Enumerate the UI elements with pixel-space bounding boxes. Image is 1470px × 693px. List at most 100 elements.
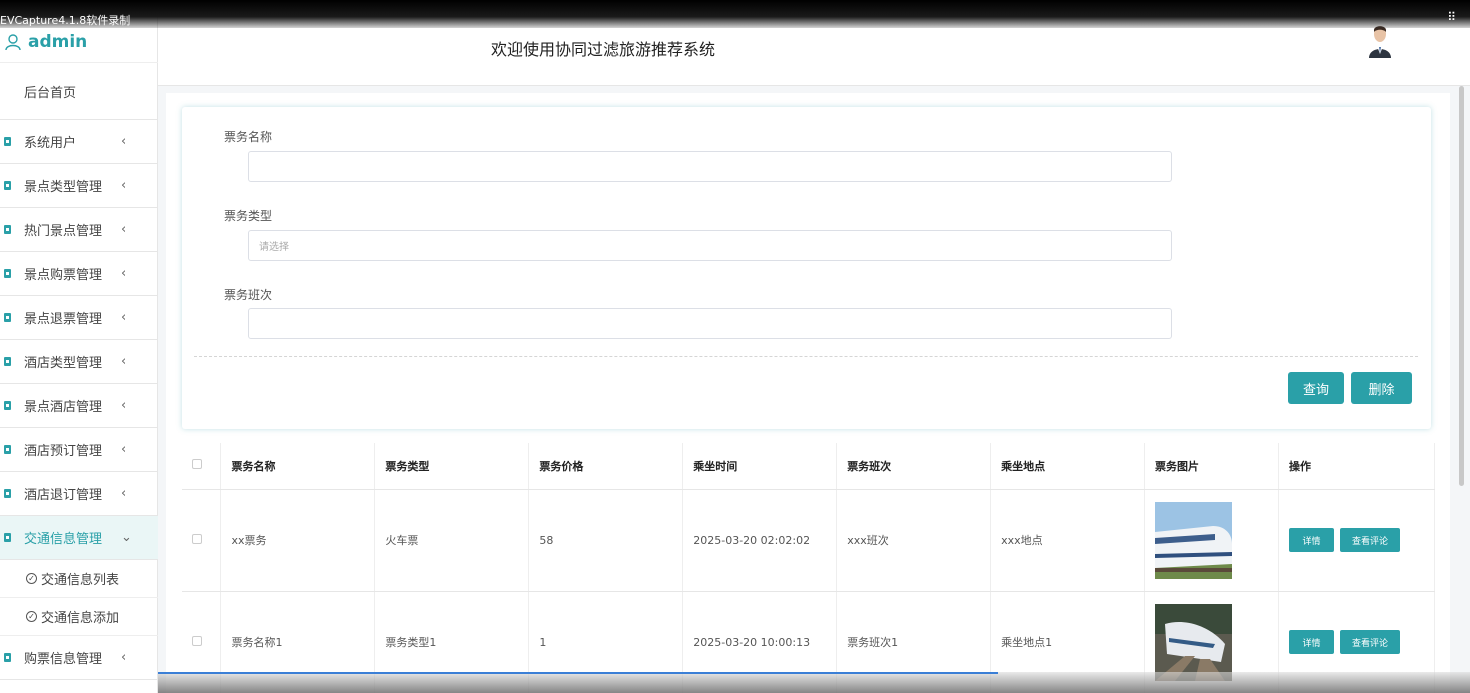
sidebar-item-label: 酒店类型管理 [24,356,103,371]
delete-button[interactable]: 删除 [1351,372,1412,404]
chevron-left-icon: ‹ [121,222,127,237]
detail-button[interactable]: 详情 [1289,630,1334,654]
select-all-cell[interactable] [182,443,222,490]
brand: admin [0,22,158,62]
window-corner-icon[interactable]: ⠿ [1447,10,1456,24]
ticket-type-select[interactable]: 请选择 [248,230,1172,261]
chevron-left-icon: ‹ [121,178,127,193]
ticket-class-input[interactable] [248,308,1172,339]
ticket-name-input[interactable] [248,151,1172,182]
menu-bullet-icon [4,653,11,662]
chevron-left-icon: ‹ [121,398,127,413]
menu-bullet-icon [4,357,11,366]
sidebar-item-label: 系统用户 [24,136,77,151]
sidebar-item-ticket-refund[interactable]: 景点退票管理 ‹ [0,296,158,340]
chevron-left-icon: ‹ [121,650,127,665]
sidebar-item-label: 景点类型管理 [24,180,103,195]
sidebar-item-system-users[interactable]: 系统用户 ‹ [0,120,158,164]
view-reviews-button[interactable]: 查看评论 [1340,630,1400,654]
chevron-left-icon: ‹ [121,266,127,281]
ticket-name-label: 票务名称 [224,130,273,144]
page-title: 欢迎使用协同过滤旅游推荐系统 [491,40,716,59]
sidebar-item-ticket-purchase[interactable]: 景点购票管理 ‹ [0,252,158,296]
recorder-overlay [0,0,1470,28]
menu-bullet-icon [4,533,11,542]
view-reviews-button[interactable]: 查看评论 [1340,528,1400,552]
chevron-left-icon: ‹ [121,310,127,325]
table-header-row: 票务名称 票务类型 票务价格 乘坐时间 票务班次 乘坐地点 票务图片 操作 [182,443,1435,490]
row-checkbox[interactable] [192,533,202,544]
sidebar: admin 后台首页 系统用户 ‹ 景点类型管理 ‹ 热门景点管理 ‹ 景点购票… [0,0,158,693]
menu-bullet-icon [4,137,11,146]
brand-name: admin [28,32,88,52]
sidebar-subitem-label: 交通信息添加 [41,611,120,626]
cell-class: xxx班次 [836,489,992,592]
detail-button[interactable]: 详情 [1289,528,1334,552]
sidebar-item-scenic-type[interactable]: 景点类型管理 ‹ [0,164,158,208]
column-header: 乘坐时间 [682,443,838,490]
cell-price: 58 [528,489,684,592]
sidebar-item-label: 酒店预订管理 [24,444,103,459]
sidebar-item-label: 景点购票管理 [24,268,103,283]
column-header: 操作 [1278,443,1435,490]
cell-type: 火车票 [374,489,530,592]
avatar[interactable] [1365,24,1395,58]
table-row: xx票务 火车票 58 2025-03-20 02:02:02 xxx班次 xx… [182,489,1435,592]
sidebar-item-label: 交通信息管理 [24,532,103,547]
cell-name: xx票务 [220,489,376,592]
recording-progress-bar [158,672,998,674]
check-circle-icon: ✓ [26,573,37,584]
column-header: 票务图片 [1144,443,1279,490]
sidebar-subitem-label: 交通信息列表 [41,573,120,588]
sidebar-item-hotel-type[interactable]: 酒店类型管理 ‹ [0,340,158,384]
menu-bullet-icon [4,225,11,234]
sidebar-item-hot-scenic[interactable]: 热门景点管理 ‹ [0,208,158,252]
menu-bullet-icon [4,489,11,498]
cell-image [1144,489,1279,592]
ticket-class-label: 票务班次 [224,288,273,302]
chevron-left-icon: ‹ [121,486,127,501]
sidebar-item-scenic-hotel[interactable]: 景点酒店管理 ‹ [0,384,158,428]
sidebar-item-label: 热门景点管理 [24,224,103,239]
train-image [1155,603,1233,681]
sidebar-item-hotel-booking[interactable]: 酒店预订管理 ‹ [0,428,158,472]
chevron-down-icon: ⌄ [121,530,132,545]
user-icon [4,33,24,51]
menu-bullet-icon [4,269,11,278]
sidebar-subitem-transport-add[interactable]: ✓ 交通信息添加 [0,598,158,636]
sidebar-item-ticket-info[interactable]: 购票信息管理 ‹ [0,636,158,680]
chevron-left-icon: ‹ [121,442,127,457]
sidebar-item-transport[interactable]: 交通信息管理 ⌄ [0,516,158,560]
menu-bullet-icon [4,313,11,322]
row-select-cell[interactable] [182,489,222,592]
column-header: 票务班次 [836,443,992,490]
select-all-checkbox[interactable] [192,459,202,470]
sidebar-item-label: 购票信息管理 [24,652,103,667]
ticket-table: 票务名称 票务类型 票务价格 乘坐时间 票务班次 乘坐地点 票务图片 操作 xx… [182,443,1435,693]
sidebar-item-label: 酒店退订管理 [24,488,103,503]
sidebar-item-label: 景点酒店管理 [24,400,103,415]
vertical-scrollbar[interactable] [1459,86,1464,486]
row-checkbox[interactable] [192,635,202,646]
sidebar-subitem-transport-list[interactable]: ✓ 交通信息列表 [0,560,158,598]
column-header: 票务类型 [374,443,530,490]
recorder-label: EVCapture4.1.8软件录制 [0,14,131,27]
sidebar-item-label: 景点退票管理 [24,312,103,327]
menu-bullet-icon [4,445,11,454]
menu-bullet-icon [4,401,11,410]
ticket-type-label: 票务类型 [224,209,273,223]
column-header: 乘坐地点 [990,443,1146,490]
menu-bullet-icon [4,181,11,190]
query-button[interactable]: 查询 [1288,372,1344,404]
chevron-left-icon: ‹ [121,134,127,149]
sidebar-item-hotel-cancel[interactable]: 酒店退订管理 ‹ [0,472,158,516]
train-image [1155,501,1233,579]
column-header: 票务价格 [528,443,684,490]
divider [194,356,1418,357]
check-circle-icon: ✓ [26,611,37,622]
chevron-left-icon: ‹ [121,354,127,369]
column-header: 票务名称 [220,443,376,490]
cell-place: xxx地点 [990,489,1146,592]
sidebar-menu: 后台首页 系统用户 ‹ 景点类型管理 ‹ 热门景点管理 ‹ 景点购票管理 ‹ 景… [0,62,158,680]
sidebar-item-home[interactable]: 后台首页 [0,62,158,120]
